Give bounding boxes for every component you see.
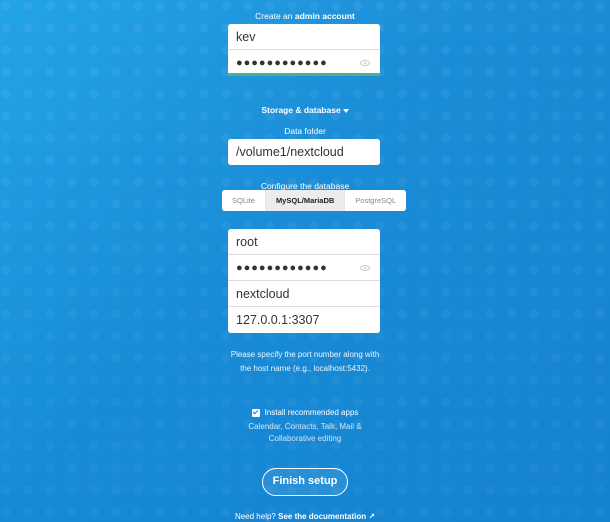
- install-apps-label[interactable]: Install recommended apps: [265, 408, 359, 417]
- admin-section-title: Create an admin account: [255, 11, 355, 21]
- apps-description: Calendar, Contacts, Talk, Mail & Collabo…: [248, 422, 362, 443]
- show-password-icon[interactable]: [360, 60, 370, 66]
- db-host-hint: Please specify the port number along wit…: [230, 350, 380, 373]
- db-fields: root ●●●●●●●●●●●● nextcloud 127.0.0.1:33…: [228, 229, 380, 333]
- documentation-link[interactable]: See the documentation ↗: [278, 512, 375, 521]
- admin-fields: kev ●●●●●●●●●●●●: [228, 24, 380, 76]
- caret-down-icon: [342, 108, 349, 113]
- help-line: Need help? See the documentation ↗: [234, 512, 376, 521]
- show-db-password-icon[interactable]: [360, 264, 370, 271]
- db-password-input[interactable]: ●●●●●●●●●●●●: [228, 255, 380, 281]
- admin-password-input[interactable]: ●●●●●●●●●●●●: [228, 50, 380, 76]
- admin-username-input[interactable]: kev: [228, 24, 380, 50]
- storage-database-toggle[interactable]: Storage & database: [261, 105, 349, 115]
- db-host-input[interactable]: 127.0.0.1:3307: [228, 307, 380, 333]
- setup-form: Create an admin account kev ●●●●●●●●●●●●…: [0, 0, 610, 522]
- tab-mysql-mariadb[interactable]: MySQL/MariaDB: [265, 190, 346, 211]
- password-strength-bar: [228, 73, 380, 76]
- tab-sqlite[interactable]: SQLite: [222, 190, 266, 211]
- install-apps-checkbox[interactable]: [251, 408, 260, 417]
- data-folder-input[interactable]: /volume1/nextcloud: [228, 139, 380, 165]
- data-folder-label: Data folder: [284, 126, 326, 136]
- tab-postgresql[interactable]: PostgreSQL: [345, 190, 407, 211]
- finish-setup-button[interactable]: Finish setup: [262, 468, 348, 496]
- db-type-tabs: SQLite MySQL/MariaDB PostgreSQL: [222, 190, 407, 211]
- db-user-input[interactable]: root: [228, 229, 380, 255]
- db-name-input[interactable]: nextcloud: [228, 281, 380, 307]
